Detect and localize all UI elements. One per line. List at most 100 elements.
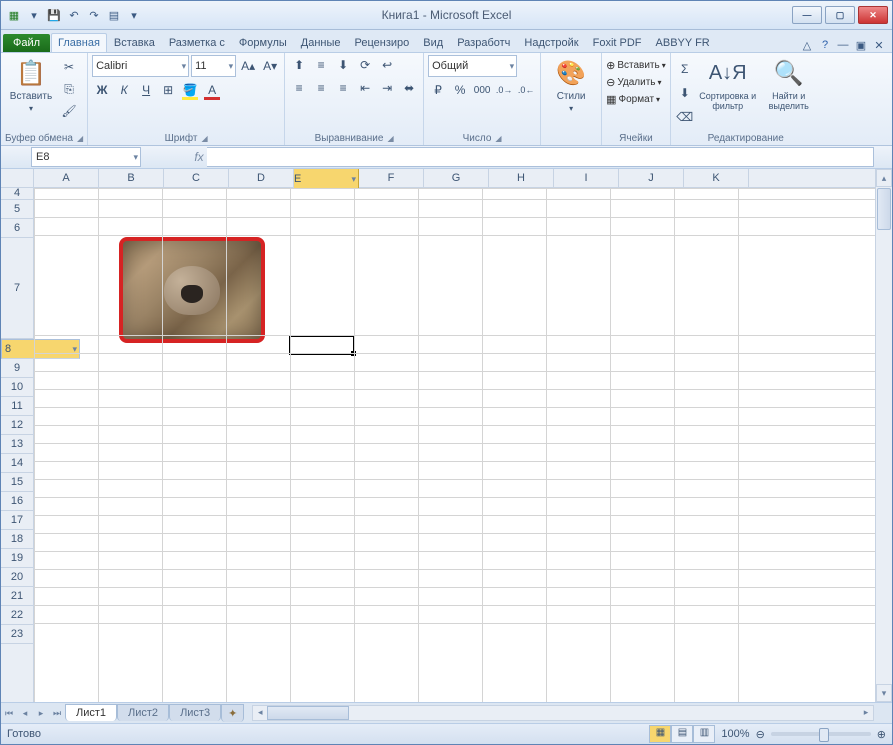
increase-decimal-icon[interactable]: .0→: [494, 80, 514, 100]
format-painter-icon[interactable]: 🖌: [59, 101, 79, 121]
sheet-tab-1[interactable]: Лист1: [65, 704, 117, 721]
italic-button[interactable]: К: [114, 80, 134, 100]
row-header-14[interactable]: 14: [1, 454, 33, 473]
vertical-scrollbar[interactable]: ▴ ▾: [875, 169, 892, 702]
fill-color-icon[interactable]: 🪣: [180, 80, 200, 100]
add-sheet-button[interactable]: ✦: [221, 704, 244, 722]
column-header-D[interactable]: D: [229, 169, 294, 187]
align-right-icon[interactable]: ≡: [333, 78, 353, 98]
column-header-C[interactable]: C: [164, 169, 229, 187]
sheet-tab-3[interactable]: Лист3: [169, 704, 221, 721]
row-header-20[interactable]: 20: [1, 568, 33, 587]
row-header-5[interactable]: 5: [1, 200, 33, 219]
scroll-thumb[interactable]: [877, 188, 891, 230]
page-layout-view-button[interactable]: ▤: [671, 725, 693, 743]
orientation-icon[interactable]: ⟳: [355, 55, 375, 75]
formula-input[interactable]: [207, 147, 874, 167]
align-bottom-icon[interactable]: ⬇: [333, 55, 353, 75]
horizontal-scrollbar[interactable]: [252, 705, 874, 721]
row-header-16[interactable]: 16: [1, 492, 33, 511]
select-all-corner[interactable]: [1, 169, 34, 188]
close-button[interactable]: ✕: [858, 6, 888, 24]
page-break-view-button[interactable]: ▥: [693, 725, 715, 743]
zoom-in-button[interactable]: ⊕: [877, 728, 886, 741]
align-center-icon[interactable]: ≡: [311, 78, 331, 98]
merge-icon[interactable]: ⬌: [399, 78, 419, 98]
name-box[interactable]: E8: [31, 147, 141, 167]
fx-icon[interactable]: fx: [191, 149, 207, 165]
row-header-13[interactable]: 13: [1, 435, 33, 454]
font-color-icon[interactable]: A: [202, 80, 222, 100]
minimize-button[interactable]: —: [792, 6, 822, 24]
tab-layout[interactable]: Разметка с: [162, 33, 232, 52]
increase-indent-icon[interactable]: ⇥: [377, 78, 397, 98]
zoom-out-button[interactable]: ⊖: [756, 728, 765, 741]
row-header-10[interactable]: 10: [1, 378, 33, 397]
sheet-nav-last-icon[interactable]: ⏭: [49, 705, 65, 721]
row-header-4[interactable]: 4: [1, 188, 33, 200]
row-header-7[interactable]: 7: [1, 238, 33, 339]
align-top-icon[interactable]: ⬆: [289, 55, 309, 75]
tab-addins[interactable]: Надстройк: [517, 33, 585, 52]
tab-view[interactable]: Вид: [416, 33, 450, 52]
scroll-up-icon[interactable]: ▴: [876, 169, 892, 187]
row-header-19[interactable]: 19: [1, 549, 33, 568]
wrap-text-icon[interactable]: ↩: [377, 55, 397, 75]
qat-custom-icon[interactable]: ▤: [105, 6, 123, 24]
fill-icon[interactable]: ⬇: [675, 83, 695, 103]
tab-foxit[interactable]: Foxit PDF: [586, 33, 649, 52]
qat-dropdown-icon[interactable]: ▾: [25, 6, 43, 24]
cut-icon[interactable]: ✂: [59, 57, 79, 77]
column-header-E[interactable]: E: [294, 169, 359, 189]
sheet-nav-next-icon[interactable]: ▸: [33, 705, 49, 721]
tab-home[interactable]: Главная: [51, 33, 107, 52]
mdi-restore-icon[interactable]: ▣: [854, 38, 868, 52]
mdi-minimize-icon[interactable]: —: [836, 38, 850, 52]
zoom-slider[interactable]: [771, 732, 871, 736]
column-header-I[interactable]: I: [554, 169, 619, 187]
row-header-15[interactable]: 15: [1, 473, 33, 492]
sort-filter-button[interactable]: А↓Я Сортировка и фильтр: [697, 55, 759, 113]
sheet-tab-2[interactable]: Лист2: [117, 704, 169, 721]
embedded-image-koala[interactable]: [119, 237, 265, 343]
column-header-A[interactable]: A: [34, 169, 99, 187]
cells-grid[interactable]: [34, 188, 875, 702]
sheet-nav-first-icon[interactable]: ⏮: [1, 705, 17, 721]
font-name-select[interactable]: Calibri: [92, 55, 189, 77]
save-icon[interactable]: 💾: [45, 6, 63, 24]
column-header-G[interactable]: G: [424, 169, 489, 187]
format-cells-button[interactable]: ▦Формат▾: [606, 93, 666, 106]
row-header-17[interactable]: 17: [1, 511, 33, 530]
decrease-indent-icon[interactable]: ⇤: [355, 78, 375, 98]
column-header-H[interactable]: H: [489, 169, 554, 187]
minimize-ribbon-icon[interactable]: △: [800, 38, 814, 52]
help-icon[interactable]: ?: [818, 38, 832, 52]
increase-font-icon[interactable]: A▴: [238, 56, 258, 76]
qat-more-icon[interactable]: ▾: [125, 6, 143, 24]
scroll-down-icon[interactable]: ▾: [876, 684, 892, 702]
autosum-icon[interactable]: Σ: [675, 59, 695, 79]
align-middle-icon[interactable]: ≡: [311, 55, 331, 75]
column-header-K[interactable]: K: [684, 169, 749, 187]
tab-insert[interactable]: Вставка: [107, 33, 162, 52]
bold-button[interactable]: Ж: [92, 80, 112, 100]
row-header-22[interactable]: 22: [1, 606, 33, 625]
row-header-23[interactable]: 23: [1, 625, 33, 644]
maximize-button[interactable]: ▢: [825, 6, 855, 24]
dialog-launcher-icon[interactable]: ◢: [387, 134, 393, 143]
number-format-select[interactable]: Общий: [428, 55, 517, 77]
font-size-select[interactable]: 11: [191, 55, 236, 77]
row-header-9[interactable]: 9: [1, 359, 33, 378]
tab-data[interactable]: Данные: [294, 33, 348, 52]
scroll-thumb[interactable]: [267, 706, 349, 720]
decrease-decimal-icon[interactable]: .0←: [516, 80, 536, 100]
tab-file[interactable]: Файл: [3, 34, 50, 52]
tab-developer[interactable]: Разработч: [450, 33, 517, 52]
column-header-B[interactable]: B: [99, 169, 164, 187]
normal-view-button[interactable]: ▦: [649, 725, 671, 743]
dialog-launcher-icon[interactable]: ◢: [201, 134, 207, 143]
row-header-11[interactable]: 11: [1, 397, 33, 416]
tab-abbyy[interactable]: ABBYY FR: [649, 33, 717, 52]
align-left-icon[interactable]: ≡: [289, 78, 309, 98]
mdi-close-icon[interactable]: ✕: [872, 38, 886, 52]
